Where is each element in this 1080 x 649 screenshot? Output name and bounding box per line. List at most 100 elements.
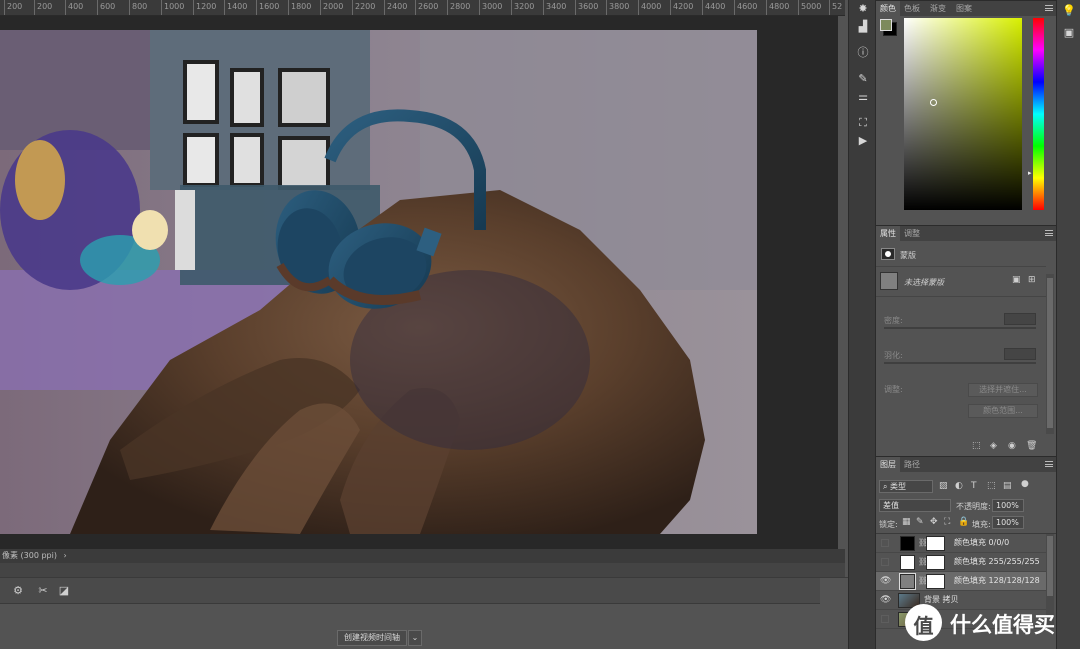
document-canvas[interactable]	[0, 30, 757, 534]
eye-icon[interactable]: 👁	[880, 575, 891, 587]
visibility-toggle[interactable]	[881, 558, 889, 566]
ruler-tick-label: 1800	[288, 0, 311, 15]
watermark-logo-text: 值	[913, 614, 934, 638]
feather-field[interactable]	[1004, 348, 1036, 360]
lock-position-icon[interactable]: ✥	[930, 516, 938, 528]
opacity-field[interactable]: 100%	[992, 499, 1024, 512]
layer-mask-thumbnail[interactable]	[926, 536, 945, 551]
tab-adjustments[interactable]: 调整	[900, 226, 924, 241]
panel-menu-icon[interactable]	[1045, 5, 1053, 11]
apply-mask-icon[interactable]: ◈	[990, 440, 997, 452]
brush-icon[interactable]: ✎	[854, 70, 872, 88]
learn-panel-icon[interactable]: ▣	[1060, 24, 1078, 42]
mask-icon	[881, 248, 895, 260]
ruler-tick-label: 4800	[766, 0, 789, 15]
vector-mask-icon[interactable]: ⊞	[1028, 274, 1036, 286]
select-and-mask-button[interactable]: 选择并遮住...	[968, 383, 1038, 397]
foreground-color-swatch[interactable]	[880, 19, 892, 31]
mask-label: 未选择蒙版	[904, 278, 944, 287]
brightness-icon[interactable]: ✸	[854, 0, 872, 18]
visibility-icon[interactable]: ◉	[1008, 440, 1016, 452]
layer-filter-dropdown[interactable]: ⌕ 类型	[879, 480, 933, 493]
color-range-button[interactable]: 颜色范围...	[968, 404, 1038, 418]
layer-row[interactable]: 👁 ⛓ 颜色填充 128/128/128	[876, 572, 1046, 591]
ruler-tick-label: 5000	[798, 0, 821, 15]
tab-color[interactable]: 颜色	[876, 1, 900, 16]
color-picker-cursor[interactable]	[930, 99, 937, 106]
status-bar: 像素 (300 ppi) ›	[0, 549, 845, 563]
pixel-mask-icon[interactable]: ▣	[1012, 274, 1021, 286]
shape-filter-icon[interactable]: ⬚	[987, 480, 996, 492]
layers-panel-tabs: 图层 路径	[876, 457, 1056, 472]
ruler-tick-label: 1200	[193, 0, 216, 15]
clone-source-icon[interactable]: ⛶	[854, 114, 872, 132]
tab-properties[interactable]: 属性	[876, 226, 900, 241]
layer-row[interactable]: ⛓ 颜色填充 0/0/0	[876, 534, 1046, 553]
panel-menu-icon[interactable]	[1045, 461, 1053, 467]
adjustment-filter-icon[interactable]: ◐	[955, 480, 963, 492]
ruler-tick-label: 52	[829, 0, 842, 15]
ruler-tick-label: 1000	[161, 0, 184, 15]
transition-icon[interactable]: ◪	[55, 582, 73, 600]
eye-icon[interactable]: 👁	[880, 594, 891, 606]
watermark-text: 什么值得买	[950, 613, 1055, 637]
tab-layers[interactable]: 图层	[876, 457, 900, 472]
filter-toggle-icon[interactable]: ●	[1021, 478, 1029, 490]
ruler-tick-label: 2800	[447, 0, 470, 15]
settings-icon[interactable]: ⚙	[9, 582, 27, 600]
layer-mask-thumbnail[interactable]	[926, 555, 945, 570]
tab-gradients[interactable]: 渐变	[926, 1, 950, 16]
lightbulb-icon[interactable]: 💡	[1060, 2, 1078, 20]
properties-panel: 属性 调整 蒙版 未选择蒙版 ▣ ⊞ 密度: 羽化: 调整: 选择并遮住... …	[876, 225, 1056, 455]
density-slider[interactable]	[884, 327, 1036, 329]
lock-all-icon[interactable]: 🔒	[958, 516, 969, 528]
layer-name[interactable]: 颜色填充 255/255/255	[954, 556, 1040, 568]
mask-thumbnail[interactable]	[880, 272, 898, 290]
lock-image-icon[interactable]: ✎	[916, 516, 924, 528]
color-field[interactable]	[904, 18, 1022, 210]
load-selection-icon[interactable]: ⬚	[972, 440, 981, 452]
ruler-tick-label: 3400	[543, 0, 566, 15]
layer-name[interactable]: 颜色填充 0/0/0	[954, 537, 1009, 549]
create-video-timeline-button[interactable]: 创建视频时间轴	[337, 630, 407, 646]
play-icon[interactable]: ▶	[854, 132, 872, 150]
tab-swatches[interactable]: 色板	[900, 1, 924, 16]
ruler-tick-label: 3600	[575, 0, 598, 15]
info-icon[interactable]: ⓘ	[854, 44, 872, 62]
lock-artboard-icon[interactable]: ⛶	[944, 516, 950, 528]
smart-object-filter-icon[interactable]: ▤	[1003, 480, 1012, 492]
delete-icon[interactable]: 🗑	[1026, 440, 1037, 452]
ruler-tick-label: 800	[129, 0, 147, 15]
horizontal-scrollbar[interactable]	[0, 563, 845, 577]
blend-mode-dropdown[interactable]: 差值	[879, 499, 951, 512]
layer-thumbnail	[900, 536, 915, 551]
lock-label: 锁定:	[879, 520, 898, 529]
status-menu-arrow[interactable]: ›	[64, 551, 67, 560]
ruler-tick-label: 200	[4, 0, 22, 15]
visibility-toggle[interactable]	[881, 615, 889, 623]
layer-row[interactable]: ⛓ 颜色填充 255/255/255	[876, 553, 1046, 572]
layer-name[interactable]: 颜色填充 128/128/128	[954, 575, 1040, 587]
ruler-tick-label: 200	[34, 0, 52, 15]
panel-menu-icon[interactable]	[1045, 230, 1053, 236]
fill-field[interactable]: 100%	[992, 516, 1024, 529]
visibility-toggle[interactable]	[881, 539, 889, 547]
tab-paths[interactable]: 路径	[900, 457, 924, 472]
ruler-tick-label: 1400	[224, 0, 247, 15]
tab-patterns[interactable]: 图案	[952, 1, 976, 16]
density-field[interactable]	[1004, 313, 1036, 325]
feather-slider[interactable]	[884, 362, 1036, 364]
properties-scrollbar[interactable]	[1046, 274, 1054, 434]
levels-icon[interactable]: ▟	[854, 18, 872, 36]
ruler-tick-label: 1600	[256, 0, 279, 15]
type-filter-icon[interactable]: T	[971, 480, 977, 492]
chevron-down-icon[interactable]: ⌄	[408, 630, 422, 646]
ruler-tick-label: 400	[65, 0, 83, 15]
sliders-icon[interactable]: ⚌	[854, 88, 872, 106]
hue-slider-arrow-icon: ▸	[1028, 169, 1032, 177]
pixel-filter-icon[interactable]: ▨	[939, 480, 948, 492]
hue-slider[interactable]	[1033, 18, 1044, 210]
layer-mask-thumbnail[interactable]	[926, 574, 945, 589]
lock-transparent-icon[interactable]: ▦	[902, 516, 911, 528]
scissors-icon[interactable]: ✂	[34, 582, 52, 600]
